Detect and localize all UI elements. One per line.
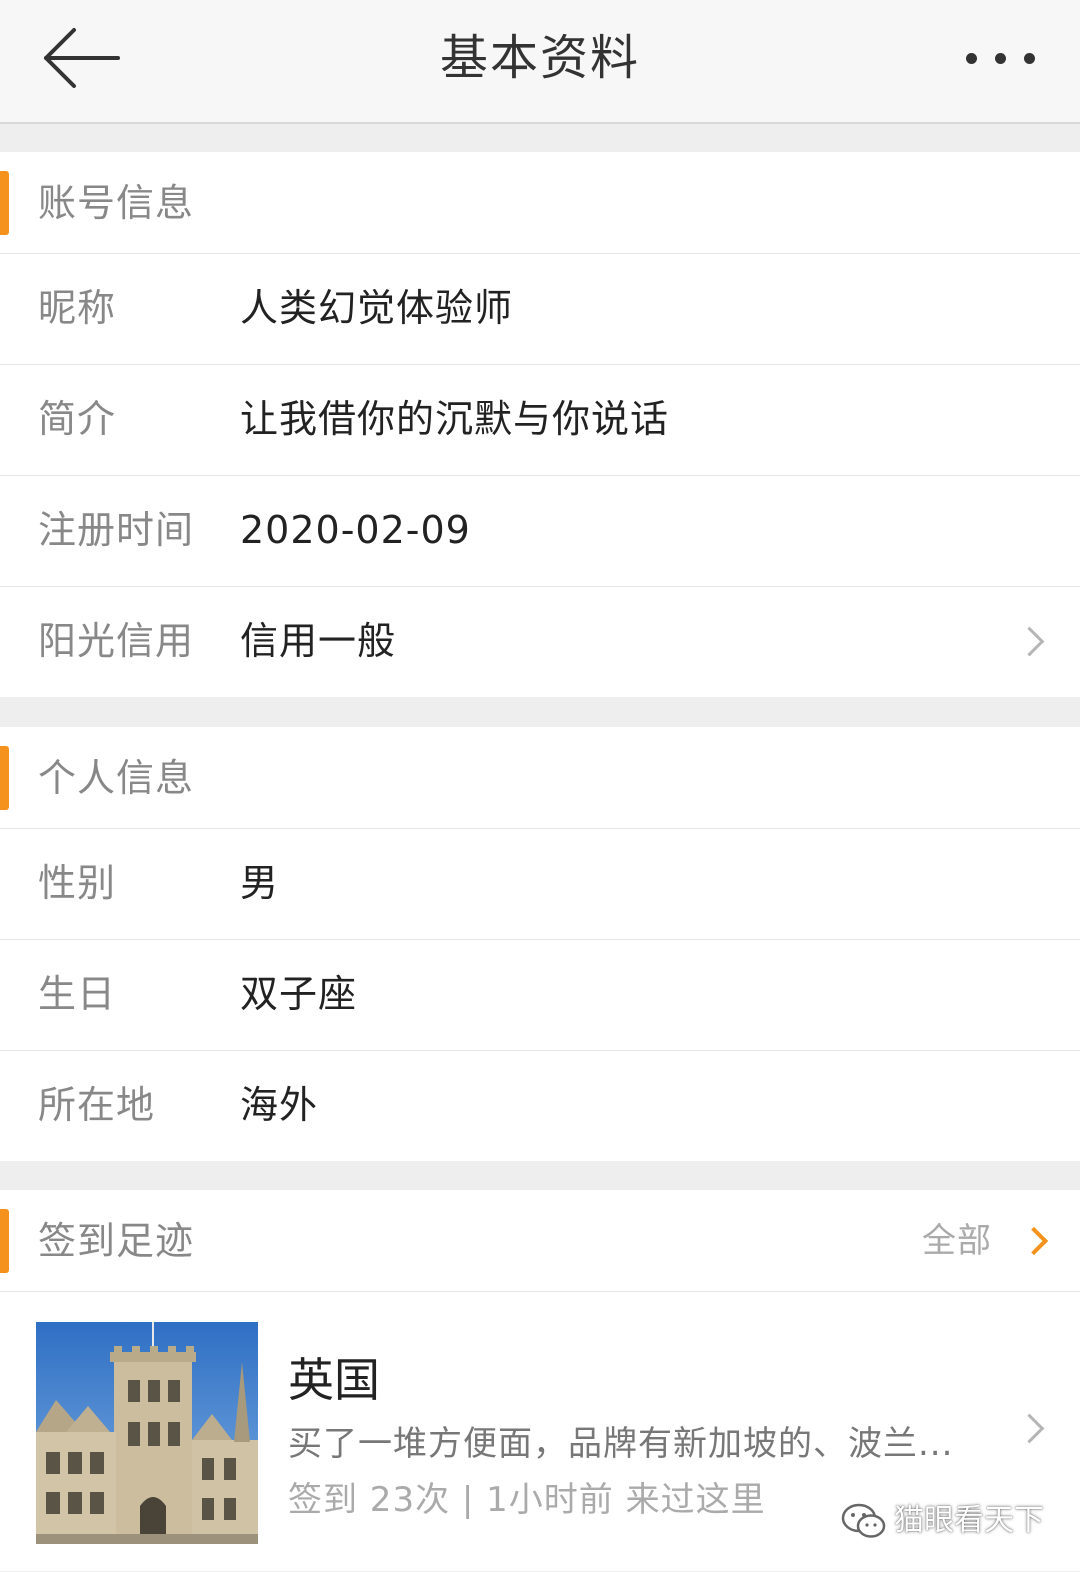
watermark-text: 猫眼看天下 <box>894 1503 1044 1538</box>
location-value: 海外 <box>240 1083 319 1127</box>
bio-value: 让我借你的沉默与你说话 <box>240 397 670 441</box>
register-date-row: 注册时间 2020-02-09 <box>0 476 1080 587</box>
section-accent-bar <box>0 746 9 810</box>
account-info-section: 账号信息 昵称 人类幻觉体验师 简介 让我借你的沉默与你说话 注册时间 2020… <box>0 152 1080 697</box>
checkin-meta: 签到 23次 | 1小时前 来过这里 <box>288 1480 766 1520</box>
nickname-label: 昵称 <box>38 286 117 330</box>
view-all-link[interactable]: 全部 <box>922 1214 1052 1268</box>
register-date-value: 2020-02-09 <box>240 508 471 552</box>
section-accent-bar <box>0 1209 9 1273</box>
nickname-row: 昵称 人类幻觉体验师 <box>0 254 1080 365</box>
sunshine-credit-value: 信用一般 <box>240 619 397 663</box>
sunshine-credit-row[interactable]: 阳光信用 信用一般 <box>0 587 1080 697</box>
birthday-label: 生日 <box>38 972 117 1016</box>
location-label: 所在地 <box>38 1083 156 1127</box>
watermark: 猫眼看天下 <box>840 1499 1044 1543</box>
view-all-label: 全部 <box>922 1221 992 1261</box>
gender-row: 性别 男 <box>0 829 1080 940</box>
chevron-right-icon <box>1019 1226 1049 1256</box>
gender-value: 男 <box>240 861 280 905</box>
top-bar: 基本资料 <box>0 0 1080 124</box>
section-title: 个人信息 <box>38 756 195 800</box>
wechat-icon <box>841 1503 886 1538</box>
birthday-row: 生日 双子座 <box>0 940 1080 1051</box>
gender-label: 性别 <box>38 861 117 905</box>
register-date-label: 注册时间 <box>38 508 195 552</box>
section-header: 账号信息 <box>0 152 1080 254</box>
section-header: 个人信息 <box>0 727 1080 829</box>
personal-info-section: 个人信息 性别 男 生日 双子座 所在地 海外 <box>0 727 1080 1161</box>
bio-label: 简介 <box>38 397 117 441</box>
bio-row: 简介 让我借你的沉默与你说话 <box>0 365 1080 476</box>
section-accent-bar <box>0 171 9 235</box>
sunshine-credit-label: 阳光信用 <box>38 619 195 663</box>
page-title: 基本资料 <box>439 30 640 86</box>
checkin-description: 买了一堆方便面，品牌有新加坡的、波兰... <box>288 1424 954 1464</box>
birthday-value: 双子座 <box>240 972 358 1016</box>
chevron-right-icon <box>1014 626 1045 657</box>
location-row: 所在地 海外 <box>0 1051 1080 1161</box>
checkin-place: 英国 <box>288 1353 380 1407</box>
chevron-right-icon <box>1014 1413 1045 1444</box>
checkin-thumbnail <box>36 1322 258 1544</box>
section-title: 签到足迹 <box>38 1219 195 1263</box>
section-header: 签到足迹 全部 <box>0 1190 1080 1292</box>
section-title: 账号信息 <box>38 181 195 225</box>
nickname-value: 人类幻觉体验师 <box>240 286 514 330</box>
more-icon[interactable] <box>966 50 1036 66</box>
